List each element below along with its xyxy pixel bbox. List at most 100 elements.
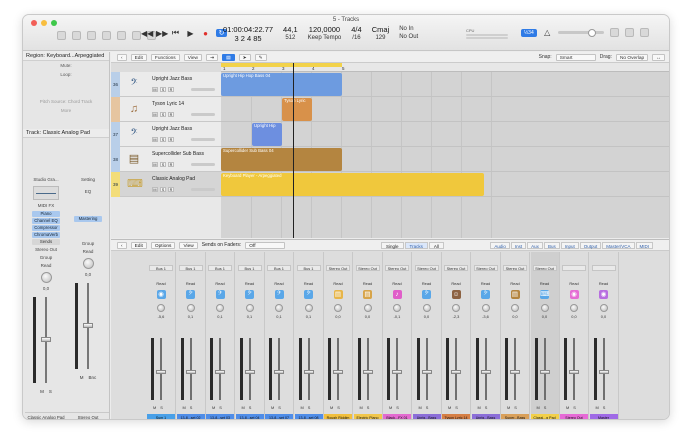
tracks-canvas[interactable]: Upright Hip Hop Bass 04 Tyson Lyric Upri… (221, 72, 669, 238)
solo-button[interactable]: S (514, 405, 517, 410)
track-inspector-header[interactable]: Track: Classic Analog Pad (23, 129, 109, 138)
volume-fader[interactable] (510, 370, 520, 374)
audio-fx-slot[interactable]: Mastering (74, 216, 102, 222)
mute-button[interactable]: M (152, 187, 158, 192)
audio-fx-slot[interactable]: ChromaVerb (32, 232, 60, 238)
mute-button[interactable]: M (153, 405, 156, 410)
strip-name[interactable]: 13-8...set 08 (294, 414, 323, 419)
segment-single[interactable]: Single (381, 242, 404, 249)
solo-button[interactable]: S (160, 137, 166, 142)
pan-knob[interactable] (452, 304, 460, 312)
pencil-tool-icon[interactable]: ✎ (254, 53, 267, 61)
track-volume-slider[interactable] (191, 113, 215, 116)
pan-knob[interactable] (540, 304, 549, 312)
automation-mode[interactable]: Read (147, 281, 175, 286)
channel-strip[interactable]: Bus 1 Read ◉ -5,6 M S Sum 1 (147, 252, 176, 419)
automation-mode[interactable]: Read (25, 262, 67, 270)
channel-strip[interactable]: Read ◉ 0,0 M S Stereo Out (560, 252, 589, 419)
strip-name[interactable]: Stereo Out (560, 414, 588, 419)
pan-knob[interactable] (82, 258, 94, 269)
channel-strip[interactable]: Bus 1 Read 𝄢 0,1 M S 13-8...set 02 (176, 252, 206, 419)
strip-name[interactable]: Super...Bass (501, 414, 529, 419)
channel-strip[interactable]: Stereo Out Read ☺ -2,3 M S Tyson Lyric 14 (442, 252, 471, 419)
audio-fx-slot[interactable]: Channel EQ (32, 218, 60, 224)
pointer-tool-icon[interactable]: ➤ (238, 53, 251, 61)
mixer-icon[interactable] (132, 31, 141, 40)
pan-knob[interactable] (40, 272, 52, 283)
solo-button[interactable]: S (249, 405, 252, 410)
pan-knob[interactable] (363, 304, 372, 312)
output-slot[interactable]: Stereo Out (385, 265, 409, 271)
solo-button[interactable]: S (308, 405, 311, 410)
zoom-icon[interactable]: ↔ (652, 53, 665, 61)
volume-fader[interactable] (451, 370, 461, 374)
channel-strip[interactable]: Stereo Out Read ♪ -0,1 M S Black...FX 01 (383, 252, 412, 419)
mute-button[interactable]: M (40, 389, 44, 394)
midi-region[interactable]: Keyboard Player - Arpeggiated (221, 173, 484, 196)
volume-fader[interactable] (215, 370, 225, 374)
group-slot[interactable]: Group (67, 240, 109, 248)
filter-midi[interactable]: MIDI (635, 242, 653, 249)
strip-name[interactable]: Electric Piano (353, 414, 382, 419)
output-slot[interactable]: Bus 1 (178, 265, 203, 271)
setting-button[interactable]: Setting (67, 176, 109, 184)
view-menu[interactable]: View (183, 53, 202, 61)
mute-button[interactable]: M (448, 405, 451, 410)
filter-output[interactable]: Output (579, 242, 602, 249)
pan-knob[interactable] (422, 304, 431, 312)
channel-strip[interactable]: Bus 1 Read 𝄢 0,1 M S 13-8...set 03 (206, 252, 235, 419)
channel-strip[interactable]: Bus 1 Read 𝄢 0,1 M S 13-8...set 04 (235, 252, 265, 419)
solo-button[interactable]: S (573, 405, 576, 410)
mute-button[interactable]: M (152, 137, 158, 142)
volume-fader[interactable] (303, 370, 314, 374)
mixer-options-menu[interactable]: Options (150, 241, 176, 249)
solo-button[interactable]: S (426, 405, 429, 410)
snap-select[interactable]: Smart (555, 53, 596, 61)
region-row[interactable]: Loop: (23, 70, 109, 79)
track-name[interactable]: Classic Analog Pad (152, 176, 195, 182)
automation-mode[interactable]: Read (442, 281, 470, 286)
automation-mode[interactable]: Read (265, 281, 293, 286)
mute-button[interactable]: M (152, 112, 158, 117)
solo-button[interactable]: S (337, 405, 340, 410)
automation-mode[interactable]: Read (501, 281, 529, 286)
automation-mode[interactable]: Read (295, 281, 323, 286)
count-in-badge[interactable]: ½34 (521, 28, 537, 37)
automation-mode[interactable]: Read (324, 281, 352, 286)
mixer-view-menu[interactable]: View (179, 241, 198, 249)
pan-knob[interactable] (599, 304, 608, 312)
forward-icon[interactable]: ▶▶ (156, 29, 168, 38)
mute-button[interactable]: M (419, 405, 422, 410)
solo-button[interactable]: S (219, 405, 222, 410)
drag-select[interactable]: No Overlap (615, 53, 649, 61)
record-enable-button[interactable]: R (168, 87, 174, 92)
strip-name[interactable]: Uprig...Bass (471, 414, 500, 419)
solo-button[interactable]: S (396, 405, 399, 410)
library-icon[interactable] (57, 31, 66, 40)
output-slot[interactable]: Bus 1 (267, 265, 291, 271)
track-name[interactable]: Upright Jazz Bass (152, 126, 192, 132)
strip-name[interactable]: Uprig...Bass (412, 414, 441, 419)
audio-fx-slot[interactable]: Compressor (32, 225, 60, 231)
automation-mode[interactable]: Read (531, 281, 559, 286)
channel-strip[interactable]: Read ◉ 0,0 M S Master (589, 252, 619, 419)
solo-button[interactable]: S (603, 405, 606, 410)
automation-mode[interactable]: Read (560, 281, 588, 286)
solo-button[interactable]: S (49, 389, 52, 394)
volume-fader[interactable] (244, 370, 255, 374)
segment-all[interactable]: All (428, 242, 444, 249)
solo-button[interactable]: S (160, 87, 166, 92)
pan-knob[interactable] (511, 304, 519, 312)
smart-controls-icon[interactable] (117, 31, 126, 40)
volume-fader[interactable] (83, 323, 93, 328)
master-volume-slider[interactable] (557, 29, 604, 37)
strip-name[interactable]: Tyson Lyric 14 (442, 414, 470, 419)
instrument-slot[interactable]: Piano (32, 211, 60, 217)
help-icon[interactable] (87, 31, 96, 40)
automation-mode[interactable]: Read (383, 281, 411, 286)
output-slot[interactable]: Stereo Out (503, 265, 527, 271)
track-volume-slider[interactable] (191, 163, 215, 166)
channel-strip[interactable]: Stereo Out Read ▤ 0,0 M S Electric Piano (353, 252, 383, 419)
channel-strip[interactable]: Stereo Out Read ⌨ 0,0 M S Classi...g Pad (530, 252, 560, 419)
mute-button[interactable]: M (566, 405, 569, 410)
